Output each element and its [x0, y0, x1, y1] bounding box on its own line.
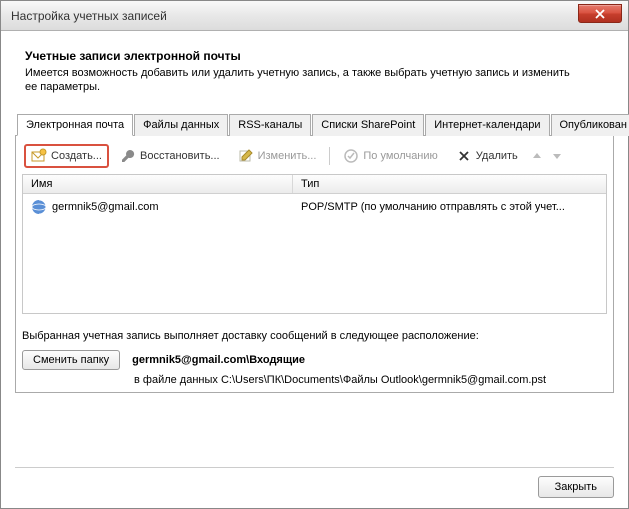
header: Учетные записи электронной почты Имеется… [15, 45, 614, 105]
move-down-button[interactable] [549, 148, 565, 164]
repair-button[interactable]: Восстановить... [113, 144, 227, 168]
edit-button[interactable]: Изменить... [231, 144, 324, 168]
accounts-list: Имя Тип germnik5@gmail.com POP/SMTP (по … [22, 174, 607, 314]
toolbar: Создать... Восстановить... Изменить... [22, 142, 607, 174]
tab-data-files[interactable]: Файлы данных [134, 114, 228, 136]
edit-label: Изменить... [258, 150, 317, 162]
toolbar-separator [329, 147, 330, 165]
mail-new-icon [31, 148, 47, 164]
list-item[interactable]: germnik5@gmail.com POP/SMTP (по умолчани… [23, 194, 606, 220]
create-button[interactable]: Создать... [24, 144, 109, 168]
edit-icon [238, 148, 254, 164]
close-button[interactable]: Закрыть [538, 476, 614, 498]
column-name[interactable]: Имя [23, 175, 293, 193]
delivery-path: в файле данных C:\Users\ПК\Documents\Фай… [134, 374, 607, 386]
account-type: POP/SMTP (по умолчанию отправлять с этой… [293, 198, 606, 216]
tab-email[interactable]: Электронная почта [17, 114, 133, 136]
tab-sharepoint[interactable]: Списки SharePoint [312, 114, 424, 136]
close-icon [595, 9, 605, 19]
delivery-folder: germnik5@gmail.com\Входящие [132, 354, 305, 366]
mail-account-icon [31, 199, 47, 215]
move-up-button[interactable] [529, 148, 545, 164]
wrench-icon [120, 148, 136, 164]
header-title: Учетные записи электронной почты [25, 49, 604, 63]
delete-icon [456, 148, 472, 164]
default-label: По умолчанию [363, 150, 437, 162]
header-description: Имеется возможность добавить или удалить… [25, 66, 585, 95]
delivery-intro: Выбранная учетная запись выполняет доста… [22, 330, 607, 342]
tab-strip: Электронная почта Файлы данных RSS-канал… [15, 113, 614, 136]
tab-rss[interactable]: RSS-каналы [229, 114, 311, 136]
delete-label: Удалить [476, 150, 518, 162]
check-circle-icon [343, 148, 359, 164]
window-close-button[interactable] [578, 4, 622, 23]
create-label: Создать... [51, 150, 102, 162]
tab-panel: Создать... Восстановить... Изменить... [15, 136, 614, 393]
change-folder-button[interactable]: Сменить папку [22, 350, 120, 370]
column-type[interactable]: Тип [293, 175, 606, 193]
tab-published[interactable]: Опубликован [551, 114, 629, 136]
default-button[interactable]: По умолчанию [336, 144, 444, 168]
repair-label: Восстановить... [140, 150, 220, 162]
list-header: Имя Тип [23, 175, 606, 194]
tab-internet-calendars[interactable]: Интернет-календари [425, 114, 549, 136]
delete-button[interactable]: Удалить [449, 144, 525, 168]
delivery-location: Выбранная учетная запись выполняет доста… [22, 330, 607, 386]
window-title: Настройка учетных записей [11, 9, 167, 23]
account-name: germnik5@gmail.com [52, 201, 159, 213]
titlebar: Настройка учетных записей [1, 1, 628, 31]
dialog-buttons: Закрыть [15, 467, 614, 498]
